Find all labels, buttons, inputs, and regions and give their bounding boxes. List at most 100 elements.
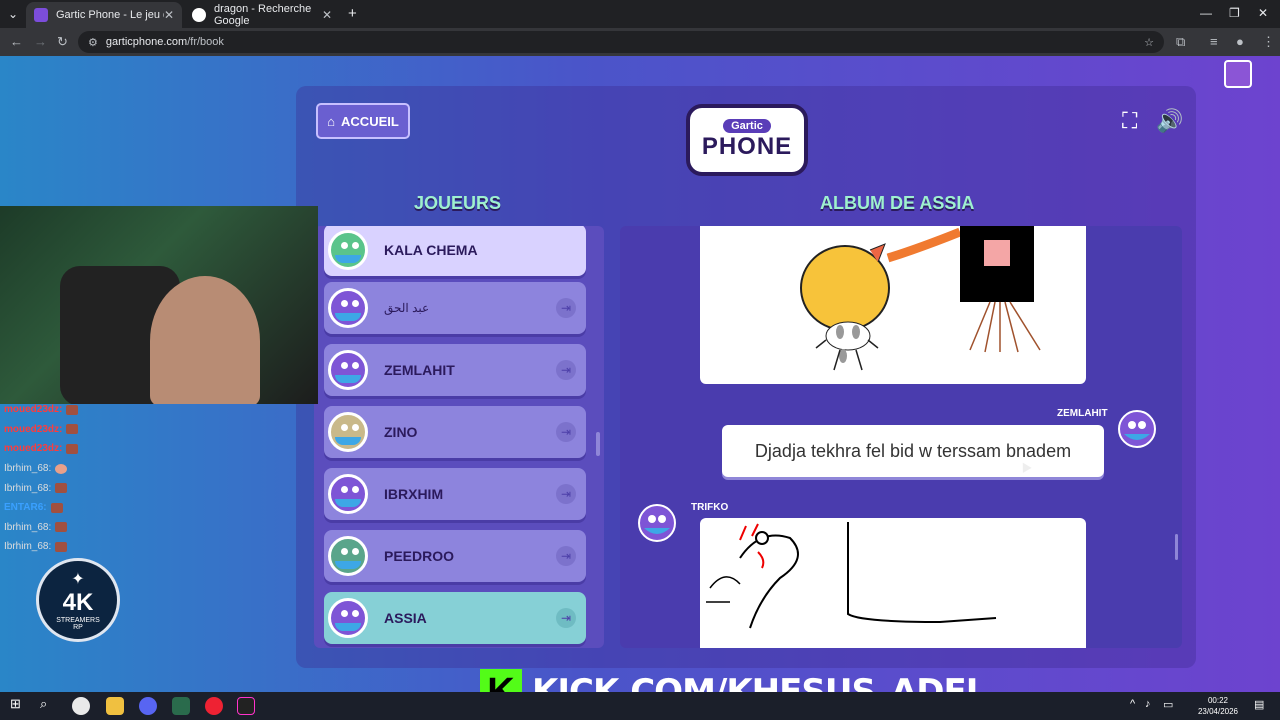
windows-taskbar: ⊞ ⌕ ^ ♪ ▭ 00:22 23/04/2026 ▤ [0,692,1280,720]
badge-main: 4K [62,589,94,616]
gartic-favicon-icon [34,8,48,22]
players-title: JOUEURS [414,193,502,213]
avatar [328,230,368,270]
player-name: ZINO [384,424,418,440]
avatar [328,598,368,638]
dragon-drawing [706,522,997,629]
emote-icon [55,463,68,474]
url-path: /fr/book [187,36,224,48]
new-tab-button[interactable]: + [348,5,357,22]
player-item: ZEMLAHIT ⇥ [324,344,586,396]
address-bar[interactable]: ⚙ garticphone.com /fr/book ☆ [78,31,1164,53]
network-icon[interactable]: ▭ [1163,698,1173,711]
tab-gartic-phone[interactable]: Gartic Phone - Le jeu du téléph ✕ [26,2,182,28]
tab-google-search[interactable]: dragon - Recherche Google ✕ [184,2,340,28]
forward-icon[interactable]: → [34,34,47,49]
player-item-current: ASSIA ⇥ [324,592,586,644]
media-icon[interactable]: ≡ [1210,34,1218,49]
site-info-icon[interactable]: ⚙ [88,36,98,49]
app-taskbar-icon[interactable] [172,697,190,715]
message-bubble: Djadja tekhra fel bid w terssam bnadem [722,425,1104,477]
clock[interactable]: 00:22 23/04/2026 [1198,695,1238,717]
menu-icon[interactable]: ⋮ [1262,34,1275,50]
search-icon[interactable]: ⌕ [40,696,47,712]
drawing-author: TRIFKO [691,502,729,513]
drawing-card [700,518,1086,648]
chat-user: moued23dz: [4,443,63,455]
minimize-icon[interactable]: — [1200,6,1212,20]
tab-search-icon[interactable]: ⌄ [8,7,18,21]
chat-user: Ibrhim_68: [4,541,52,553]
tab-title: Gartic Phone - Le jeu du téléph [56,9,164,21]
message-text: Djadja tekhra fel bid w terssam bnadem [754,440,1072,461]
extensions-icon[interactable]: ⧉ [1176,34,1185,50]
tiktok-taskbar-icon[interactable] [237,697,255,715]
player-item: عبد الحق ⇥ [324,282,586,334]
home-button[interactable]: ⌂ ACCUEIL [316,103,410,139]
chicken-drawing [800,226,1041,371]
emote-icon [66,424,79,435]
restore-icon[interactable]: ❐ [1229,6,1240,20]
player-item: PEEDROO ⇥ [324,530,586,582]
badge-sub: STREAMERS [56,617,100,624]
album-scrollbar[interactable] [1175,534,1178,560]
close-tab-icon[interactable]: ✕ [322,8,332,22]
chat-line: Ibrhim_68: [4,537,104,557]
chat-line: Ibrhim_68: [4,478,104,498]
fullscreen-icon[interactable]: ⛶ [1122,108,1137,134]
browser-tab-strip: ⌄ Gartic Phone - Le jeu du téléph ✕ drag… [0,0,1280,28]
kick-player-icon[interactable]: ⇥ [556,608,576,628]
player-name: عبد الحق [384,301,430,315]
kick-player-icon[interactable]: ⇥ [556,546,576,566]
webcam-overlay [0,206,318,404]
chat-user: Ibrhim_68: [4,463,52,475]
stream-chat: moued23dz: moued23dz: moued23dz: Ibrhim_… [4,400,104,557]
emote-icon [55,541,68,552]
chat-line: Ibrhim_68: [4,459,104,479]
chat-line: moued23dz: [4,439,104,459]
players-list[interactable]: KALA CHEMA عبد الحق ⇥ ZEMLAHIT ⇥ ZINO ⇥ … [314,226,604,648]
reload-icon[interactable]: ↻ [57,34,68,50]
close-tab-icon[interactable]: ✕ [164,8,174,22]
discord-taskbar-icon[interactable] [139,697,157,715]
notifications-icon[interactable]: ▤ [1254,698,1264,711]
chat-user: ENTAR6: [4,502,47,514]
extension-button[interactable] [1224,60,1252,88]
speaker-icon[interactable]: ♪ [1145,698,1151,710]
album-panel[interactable]: ZEMLAHIT Djadja tekhra fel bid w terssam… [620,226,1182,648]
eagle-icon: ✦ [71,571,85,588]
avatar [328,536,368,576]
bookmark-star-icon[interactable]: ☆ [1144,36,1154,49]
chat-user: moued23dz: [4,404,63,416]
kick-player-icon[interactable]: ⇥ [556,360,576,380]
chat-line: ENTAR6: [4,498,104,518]
logo-text-top: Gartic [723,119,771,133]
player-name: IBRXHIM [384,486,444,502]
back-icon[interactable]: ← [10,34,23,49]
avatar [328,350,368,390]
avatar [328,288,368,328]
kick-player-icon[interactable]: ⇥ [556,422,576,442]
kick-player-icon[interactable]: ⇥ [556,298,576,318]
explorer-taskbar-icon[interactable] [106,697,124,715]
close-window-icon[interactable]: ✕ [1258,6,1268,20]
emote-icon [55,483,68,494]
home-icon: ⌂ [327,113,336,129]
kick-player-icon[interactable]: ⇥ [556,484,576,504]
chrome-taskbar-icon[interactable] [72,697,90,715]
chat-line: moued23dz: [4,400,104,420]
gartic-phone-logo: Gartic PHONE [686,104,808,176]
obs-taskbar-icon[interactable] [205,697,223,715]
avatar [328,474,368,514]
windows-start-icon[interactable]: ⊞ [10,696,21,712]
tray-chevron-icon[interactable]: ^ [1130,698,1135,710]
emote-icon [55,522,68,533]
streamer-shape [150,276,260,404]
players-scrollbar[interactable] [596,432,600,456]
tab-title: dragon - Recherche Google [214,3,312,27]
profile-icon[interactable]: ● [1236,34,1244,49]
volume-icon[interactable]: 🔊 [1156,108,1183,134]
chat-line: moued23dz: [4,420,104,440]
drawing-card [700,226,1086,384]
chat-user: Ibrhim_68: [4,482,52,494]
